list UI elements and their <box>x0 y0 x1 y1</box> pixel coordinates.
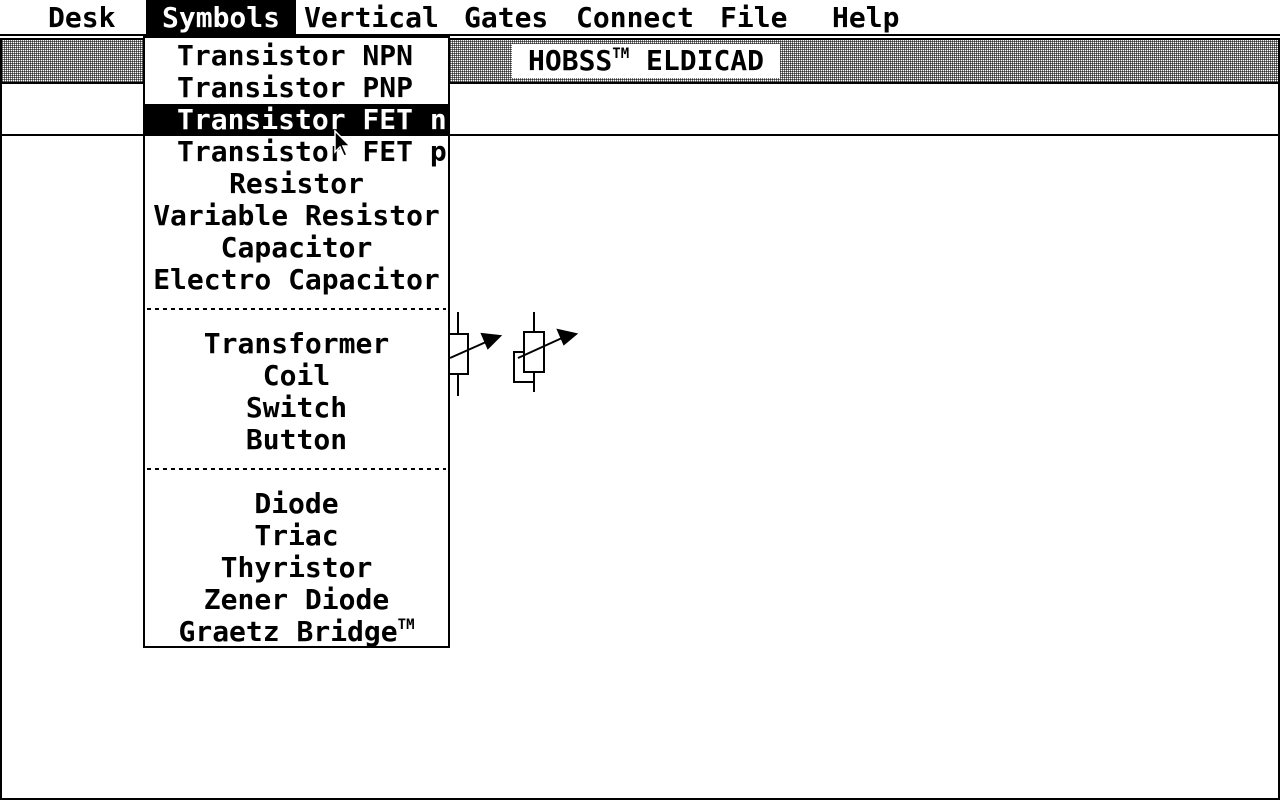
variable-resistor-tap-symbol[interactable] <box>513 312 579 392</box>
menu-item-transistor-pnp[interactable]: Transistor PNP <box>145 72 448 104</box>
symbols-dropdown-menu: Transistor NPN Transistor PNP Transistor… <box>143 36 450 648</box>
menu-item-transistor-fet-p[interactable]: Transistor FET p <box>145 136 448 168</box>
window-title: HOBSSTM ELDICAD <box>512 44 781 78</box>
menu-item-transistor-fet-n[interactable]: Transistor FET n <box>145 104 448 136</box>
menu-item-transformer[interactable]: Transformer <box>145 328 448 360</box>
menu-desk[interactable]: Desk <box>32 0 131 36</box>
menu-item-diode[interactable]: Diode <box>145 488 448 520</box>
menu-item-variable-resistor[interactable]: Variable Resistor <box>145 200 448 232</box>
menu-item-capacitor[interactable]: Capacitor <box>145 232 448 264</box>
menu-item-transistor-npn[interactable]: Transistor NPN <box>145 40 448 72</box>
menu-bar: Desk Symbols Vertical Gates Connect File… <box>0 0 1280 36</box>
variable-resistor-symbol[interactable] <box>445 312 503 396</box>
mouse-pointer-icon <box>334 130 352 157</box>
menu-connect[interactable]: Connect <box>560 0 710 36</box>
menu-item-coil[interactable]: Coil <box>145 360 448 392</box>
menu-item-triac[interactable]: Triac <box>145 520 448 552</box>
menu-help[interactable]: Help <box>816 0 915 36</box>
menu-item-zener-diode[interactable]: Zener Diode <box>145 584 448 616</box>
menu-item-electro-capacitor[interactable]: Electro Capacitor <box>145 264 448 296</box>
menu-vertical[interactable]: Vertical <box>288 0 455 36</box>
menu-separator <box>147 306 446 312</box>
menu-gates[interactable]: Gates <box>448 0 564 36</box>
menu-item-thyristor[interactable]: Thyristor <box>145 552 448 584</box>
menu-file[interactable]: File <box>704 0 803 36</box>
menu-separator <box>147 466 446 472</box>
menu-item-resistor[interactable]: Resistor <box>145 168 448 200</box>
menu-item-graetz-bridge[interactable]: Graetz BridgeTM <box>145 616 448 648</box>
menu-item-button[interactable]: Button <box>145 424 448 456</box>
menu-symbols[interactable]: Symbols <box>146 0 297 36</box>
menu-item-switch[interactable]: Switch <box>145 392 448 424</box>
